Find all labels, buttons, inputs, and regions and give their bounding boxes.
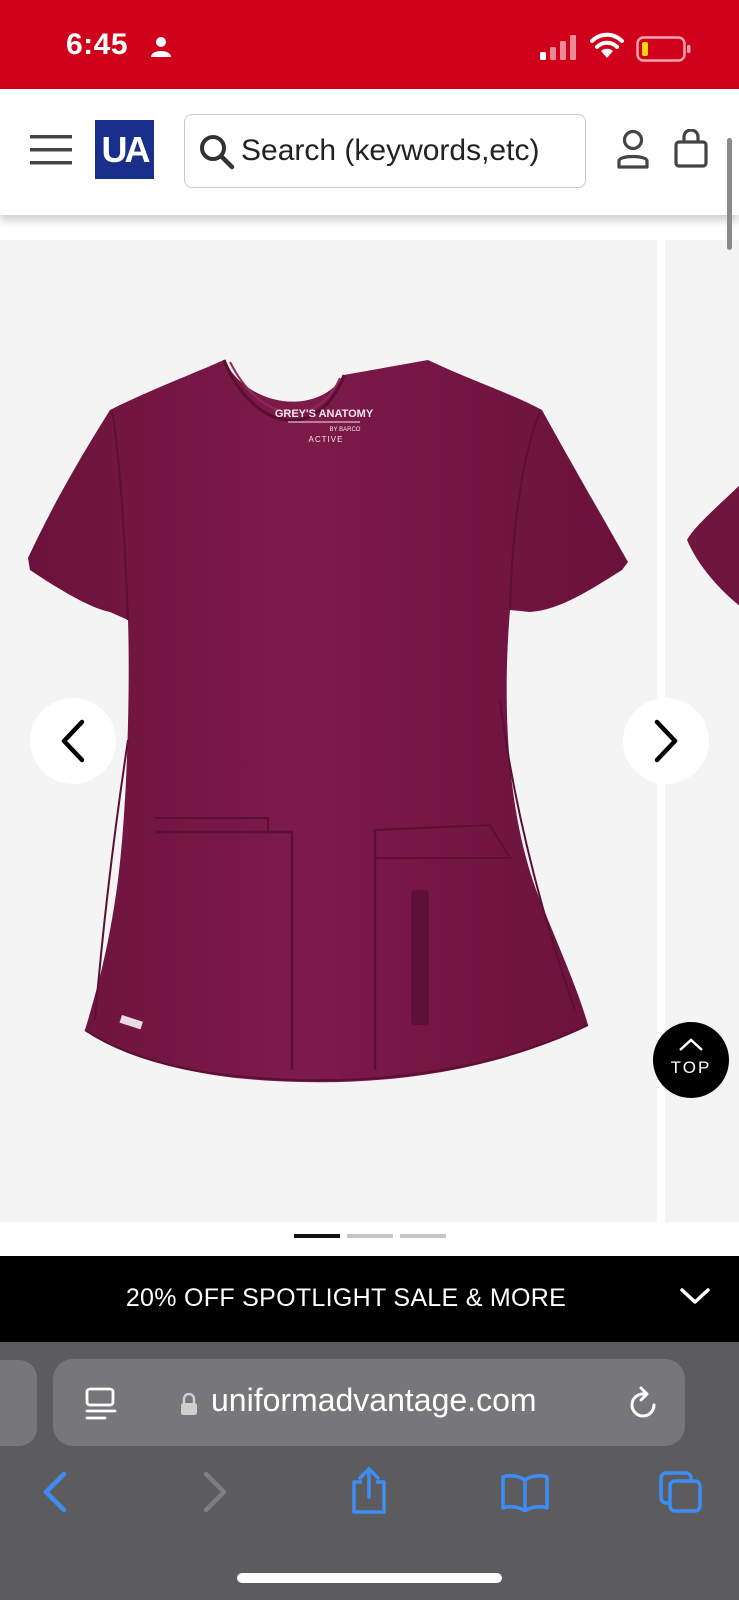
url-text: uniformadvantage.com xyxy=(211,1382,537,1418)
carousel-slide-active: GREY'S ANATOMY BY BARCO ACTIVE xyxy=(0,240,657,1222)
search-input[interactable] xyxy=(241,115,581,186)
chevron-left-icon xyxy=(61,719,85,763)
previous-tab-stub[interactable] xyxy=(0,1360,37,1446)
lock-icon xyxy=(181,1393,197,1415)
site-logo[interactable]: UA xyxy=(95,120,154,179)
forward-icon[interactable] xyxy=(200,1470,230,1514)
status-time: 6:45 xyxy=(66,28,129,61)
chevron-up-icon xyxy=(679,1038,703,1051)
back-icon[interactable] xyxy=(40,1470,70,1514)
carousel-prev-button[interactable] xyxy=(30,698,116,784)
brand-line: ACTIVE xyxy=(309,435,344,444)
cellular-signal-icon xyxy=(540,35,576,60)
brand-label: GREY'S ANATOMY xyxy=(275,408,374,420)
status-bar: 6:45 xyxy=(0,0,739,89)
tabs-icon[interactable] xyxy=(658,1470,704,1514)
battery-low-icon xyxy=(636,36,691,62)
promo-text: 20% OFF SPOTLIGHT SALE & MORE xyxy=(125,1284,567,1312)
carousel-dot-3[interactable] xyxy=(400,1234,446,1238)
hamburger-menu-icon[interactable] xyxy=(30,133,72,167)
carousel-dot-2[interactable] xyxy=(347,1234,393,1238)
person-icon xyxy=(151,37,171,57)
back-to-top-label: TOP xyxy=(670,1058,712,1077)
share-icon[interactable] xyxy=(348,1466,390,1516)
browser-toolbar: uniformadvantage.com xyxy=(0,1342,739,1600)
reload-icon[interactable] xyxy=(628,1386,660,1420)
product-image-carousel[interactable]: GREY'S ANATOMY BY BARCO ACTIVE TOP xyxy=(0,240,739,1222)
address-bar[interactable]: uniformadvantage.com xyxy=(53,1359,685,1446)
account-icon[interactable] xyxy=(616,129,650,169)
logo-text: UA xyxy=(101,128,151,170)
carousel-next-button[interactable] xyxy=(623,698,709,784)
carousel-dot-1[interactable] xyxy=(294,1234,340,1238)
home-indicator[interactable] xyxy=(237,1573,502,1583)
chevron-down-icon[interactable] xyxy=(680,1286,710,1306)
promo-banner[interactable]: 20% OFF SPOTLIGHT SALE & MORE xyxy=(0,1256,739,1342)
search-icon xyxy=(200,135,235,170)
reader-view-icon[interactable] xyxy=(85,1387,117,1421)
wifi-icon xyxy=(590,32,624,58)
search-box[interactable] xyxy=(184,114,586,188)
bookmarks-icon[interactable] xyxy=(500,1472,550,1512)
chevron-right-icon xyxy=(654,719,678,763)
shopping-bag-icon[interactable] xyxy=(673,129,709,169)
page-scrollbar[interactable] xyxy=(727,138,732,250)
carousel-pagination xyxy=(0,1234,739,1240)
site-header: UA xyxy=(0,89,739,215)
brand-sublabel: BY BARCO xyxy=(330,427,361,433)
back-to-top-button[interactable]: TOP xyxy=(653,1022,729,1098)
